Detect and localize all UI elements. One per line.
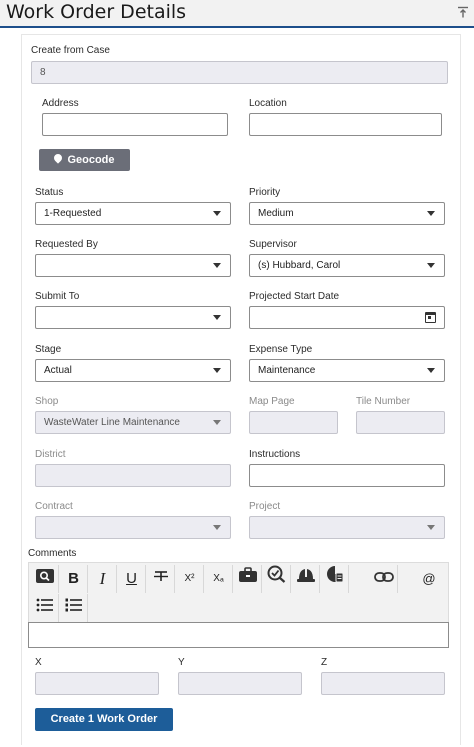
stage-select[interactable]: Actual — [35, 359, 231, 382]
chevron-down-icon — [427, 211, 435, 216]
comments-label: Comments — [28, 548, 77, 559]
expense-type-value: Maintenance — [258, 365, 316, 376]
chevron-down-icon — [427, 525, 435, 530]
address-input[interactable] — [42, 113, 228, 136]
chevron-down-icon — [427, 263, 435, 268]
chevron-down-icon — [213, 315, 221, 320]
create-from-case-label: Create from Case — [31, 45, 110, 56]
supervisor-label: Supervisor — [249, 239, 297, 250]
priority-label: Priority — [249, 187, 281, 198]
z-field — [321, 672, 445, 695]
expense-type-select[interactable]: Maintenance — [249, 359, 445, 382]
chevron-down-icon — [427, 368, 435, 373]
stage-value: Actual — [44, 365, 72, 376]
page-title: Work Order Details — [6, 1, 187, 23]
subscript-button[interactable]: Xₐ — [205, 565, 233, 593]
pin-to-top-icon[interactable] — [456, 6, 470, 20]
bulleted-list-icon[interactable] — [31, 594, 59, 622]
map-page-field — [249, 411, 338, 434]
project-label: Project — [249, 501, 281, 512]
numbered-list-icon[interactable] — [60, 594, 88, 622]
x-label: X — [35, 657, 42, 668]
cost-report-icon[interactable] — [321, 565, 349, 593]
status-value: 1-Requested — [44, 208, 102, 219]
z-label: Z — [321, 657, 328, 668]
tile-number-label: Tile Number — [356, 396, 411, 407]
chevron-down-icon — [213, 368, 221, 373]
bold-button[interactable]: B — [60, 565, 88, 593]
district-select — [35, 464, 231, 487]
submit-to-label: Submit To — [35, 291, 80, 302]
contract-select — [35, 516, 231, 539]
map-pin-icon — [52, 152, 65, 164]
contract-label: Contract — [35, 501, 73, 512]
priority-select[interactable]: Medium — [249, 202, 445, 225]
location-input[interactable] — [249, 113, 442, 136]
stage-label: Stage — [35, 344, 62, 355]
chevron-down-icon — [213, 211, 221, 216]
expense-type-label: Expense Type — [249, 344, 313, 355]
projected-start-date-label: Projected Start Date — [249, 291, 340, 302]
status-select[interactable]: 1-Requested — [35, 202, 231, 225]
shop-select: WasteWater Line Maintenance — [35, 411, 231, 434]
y-field — [178, 672, 302, 695]
address-label: Address — [42, 98, 79, 109]
map-page-label: Map Page — [249, 396, 295, 407]
district-label: District — [35, 449, 66, 460]
requested-by-label: Requested By — [35, 239, 98, 250]
project-select — [249, 516, 445, 539]
create-work-order-button[interactable]: Create 1 Work Order — [35, 708, 173, 731]
projected-start-date-input[interactable] — [249, 306, 445, 329]
geocode-button-label: Geocode — [67, 154, 115, 166]
y-label: Y — [178, 657, 185, 668]
comments-editor[interactable] — [28, 622, 449, 648]
location-label: Location — [249, 98, 287, 109]
italic-button[interactable]: I — [89, 565, 117, 593]
strikethrough-icon[interactable] — [147, 565, 175, 593]
find-icon[interactable] — [31, 565, 59, 593]
submit-to-select[interactable] — [35, 306, 231, 329]
geocode-button[interactable]: Geocode — [39, 149, 130, 171]
instructions-input[interactable] — [249, 464, 445, 487]
toolbox-icon[interactable] — [234, 565, 262, 593]
shop-label: Shop — [35, 396, 59, 407]
mention-button[interactable]: @ — [415, 565, 443, 593]
requested-by-select[interactable] — [35, 254, 231, 277]
link-icon[interactable] — [370, 565, 398, 593]
tile-number-field — [356, 411, 445, 434]
chevron-down-icon — [213, 263, 221, 268]
superscript-button[interactable]: X² — [176, 565, 204, 593]
hard-hat-icon[interactable] — [292, 565, 320, 593]
inspect-icon[interactable] — [263, 565, 291, 593]
calendar-icon[interactable] — [425, 312, 436, 323]
chevron-down-icon — [213, 420, 221, 425]
supervisor-value: (s) Hubbard, Carol — [258, 260, 341, 271]
create-from-case-field: 8 — [31, 61, 448, 84]
shop-value: WasteWater Line Maintenance — [44, 417, 180, 428]
status-label: Status — [35, 187, 64, 198]
underline-button[interactable]: U — [118, 565, 146, 593]
instructions-label: Instructions — [249, 449, 301, 460]
chevron-down-icon — [213, 525, 221, 530]
supervisor-select[interactable]: (s) Hubbard, Carol — [249, 254, 445, 277]
x-field — [35, 672, 159, 695]
priority-value: Medium — [258, 208, 294, 219]
rich-text-toolbar: B I U X² Xₐ @ — [28, 562, 449, 622]
